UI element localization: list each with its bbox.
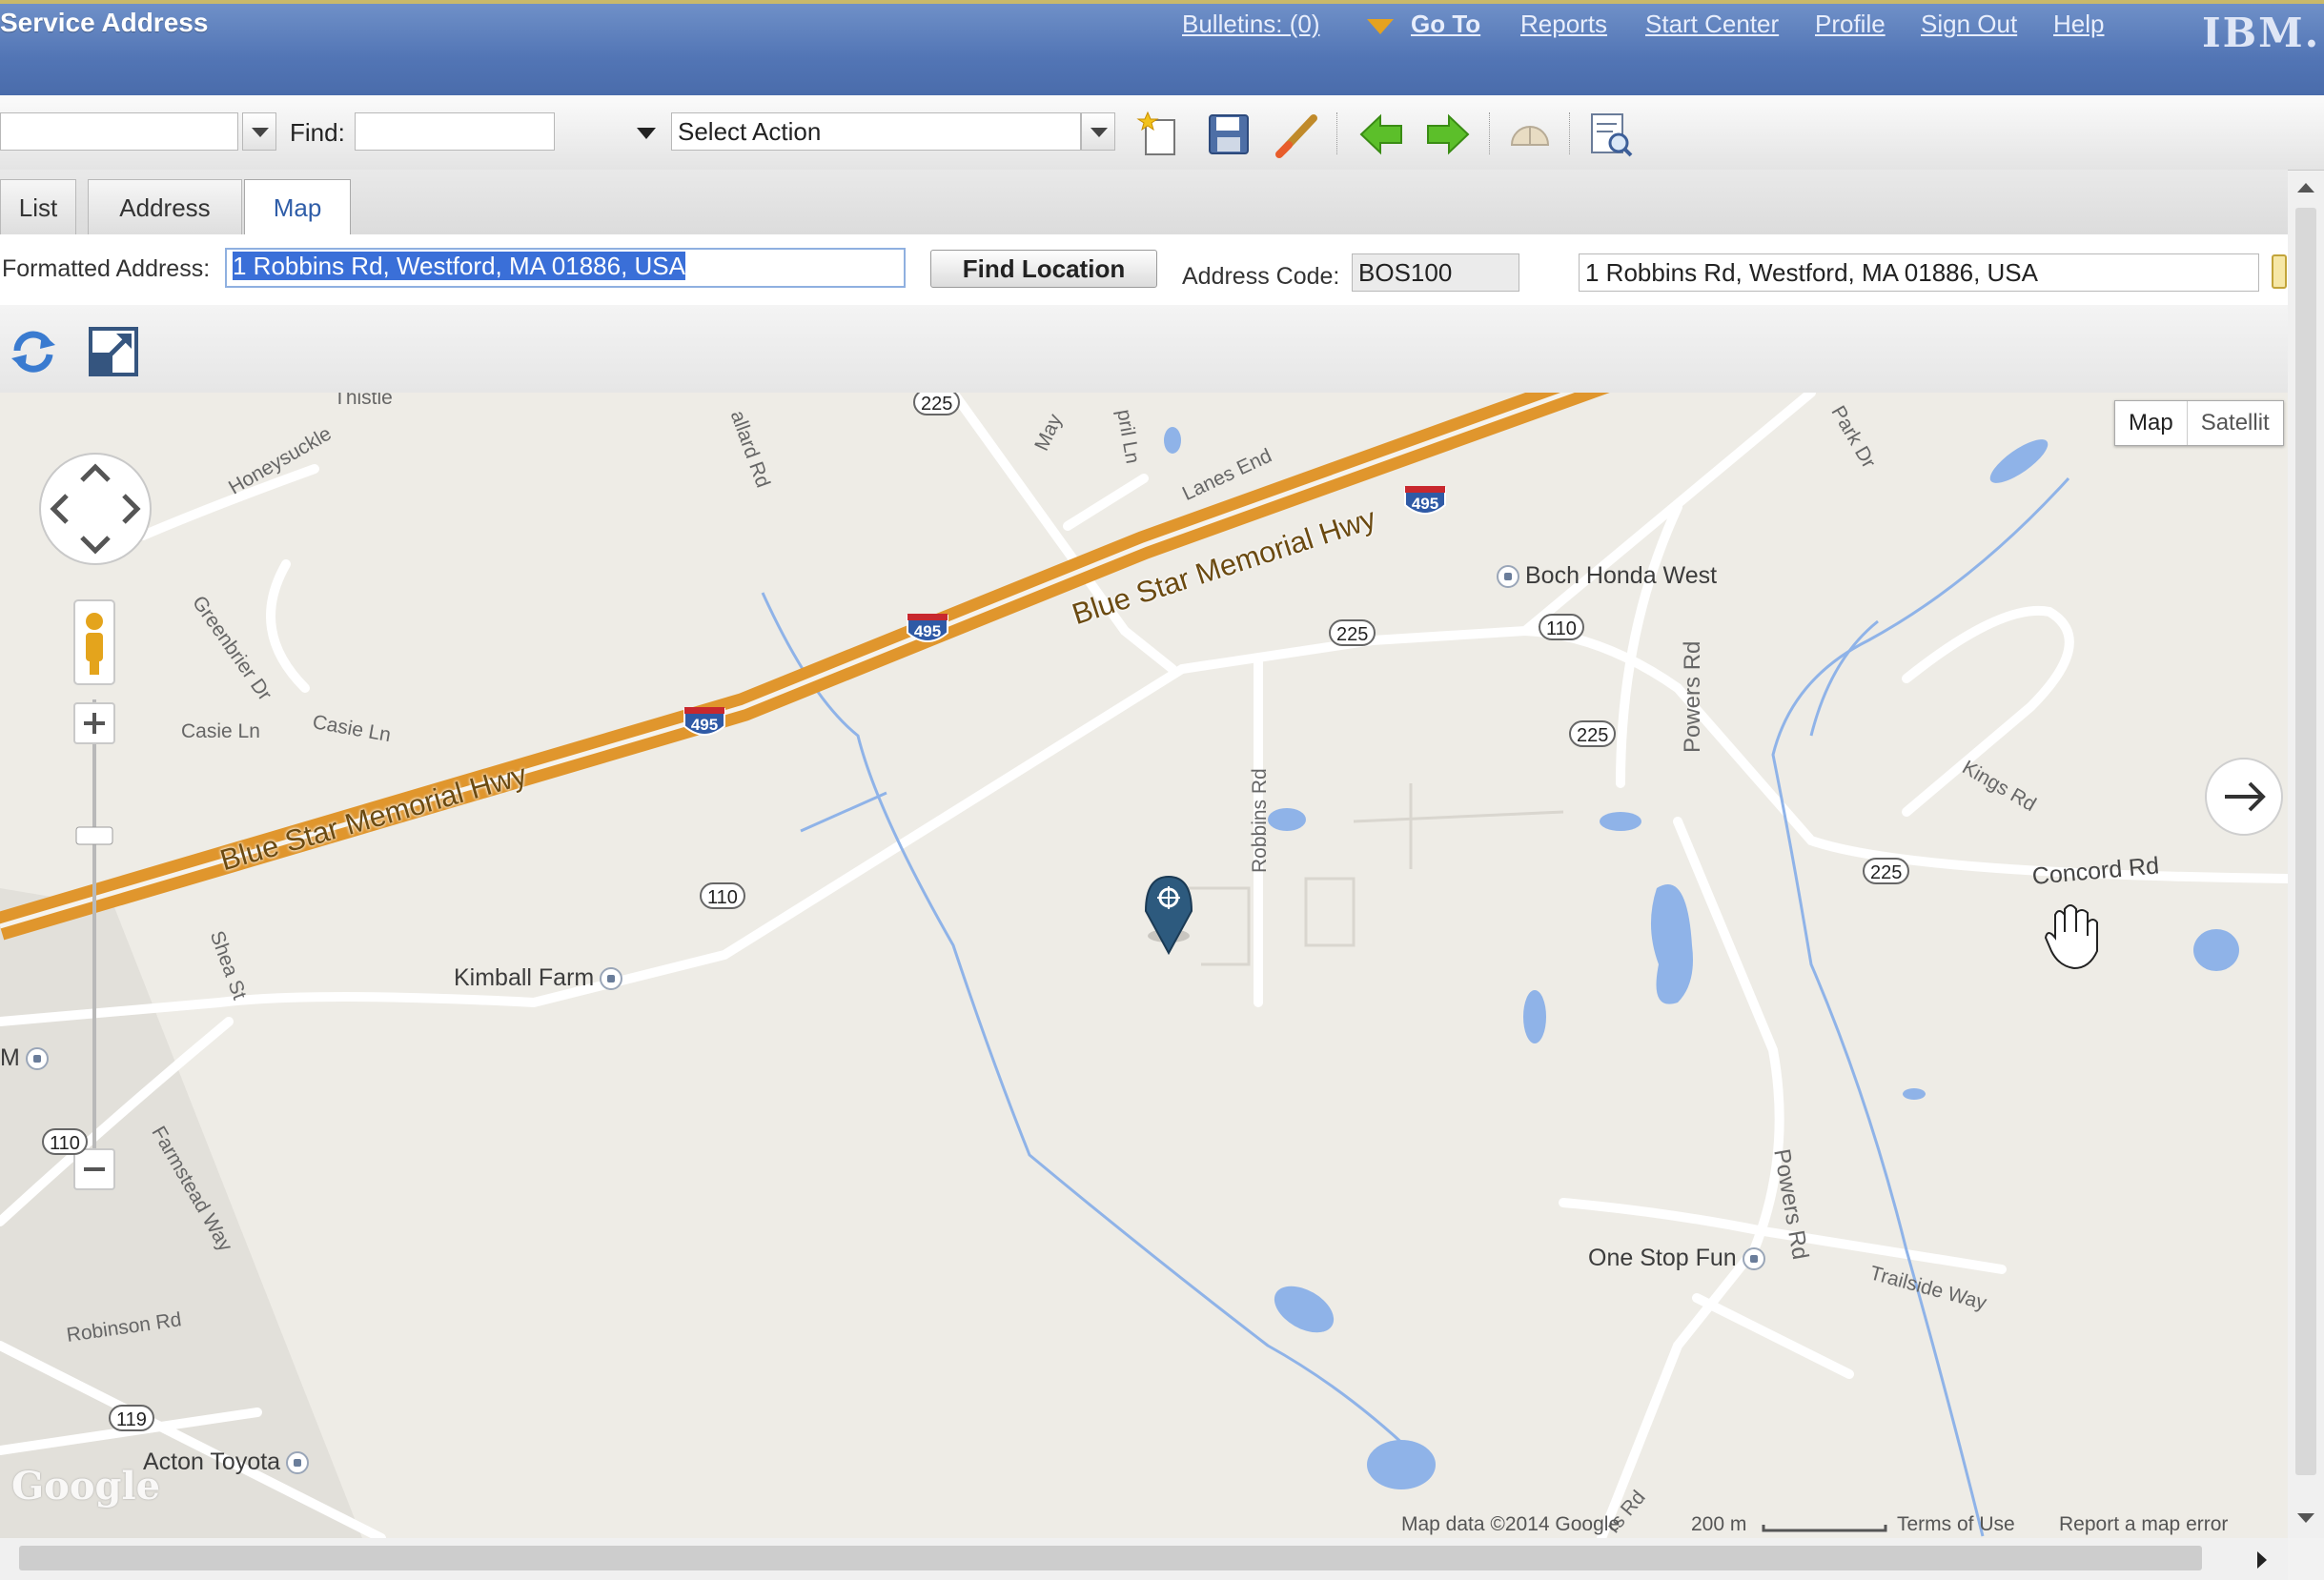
svg-text:495: 495 [914, 622, 941, 640]
address-code-label: Address Code: [1182, 263, 1340, 290]
app-title: Service Address [0, 8, 209, 37]
map-data-text: Map data ©2014 Google [1401, 1513, 1621, 1535]
map-base-layer [0, 393, 2288, 1538]
address-row: Formatted Address: 1 Robbins Rd, Westfor… [0, 234, 2288, 306]
poi-marker-icon [25, 1047, 49, 1071]
next-record-icon[interactable] [1424, 111, 1472, 158]
select-action-button[interactable] [1081, 112, 1115, 151]
previous-record-icon[interactable] [1357, 111, 1405, 158]
route-shield: 110 [42, 1128, 88, 1155]
select-action-dropdown[interactable]: Select Action [671, 112, 1081, 151]
route-shield: 225 [1569, 720, 1617, 747]
route-workflow-icon[interactable] [1506, 111, 1554, 158]
svg-text:495: 495 [1412, 495, 1438, 513]
record-select-dropdown[interactable] [242, 112, 276, 151]
tab-map[interactable]: Map [244, 179, 351, 236]
search-options-icon[interactable] [637, 128, 656, 139]
hand-cursor-icon [2044, 904, 2098, 970]
record-select-field[interactable] [0, 112, 238, 151]
goto-link[interactable]: Go To [1411, 10, 1480, 39]
street-label: Powers Rd [1680, 640, 1705, 753]
poi-boch-honda[interactable]: Boch Honda West [1491, 562, 1717, 590]
scale-label: 200 m [1691, 1513, 1747, 1535]
view-details-icon[interactable] [1586, 111, 1634, 158]
formatted-address-value: 1 Robbins Rd, Westford, MA 01886, USA [233, 252, 685, 280]
map-type-control: Map Satellit [2114, 400, 2284, 446]
scroll-down-icon[interactable] [2297, 1513, 2314, 1523]
find-label: Find: [290, 118, 345, 147]
street-label: Robbins Rd [1249, 768, 1271, 873]
toolbar-separator [1489, 112, 1492, 154]
route-shield: 225 [913, 393, 961, 415]
minor-roads [0, 393, 2288, 1538]
route-shield: 119 [109, 1405, 154, 1431]
svg-text:495: 495 [691, 716, 718, 734]
poi-food-icon [600, 967, 623, 991]
help-link[interactable]: Help [2053, 10, 2104, 39]
clear-changes-icon[interactable] [1274, 111, 1321, 158]
map-canvas[interactable]: Blue Star Memorial Hwy Blue Star Memoria… [0, 393, 2288, 1538]
map-type-map-button[interactable]: Map [2115, 401, 2188, 445]
interstate-shield: 495 [683, 705, 726, 741]
find-input[interactable] [355, 112, 555, 151]
address-description-field[interactable]: 1 Robbins Rd, Westford, MA 01886, USA [1579, 253, 2259, 292]
street-label: Thistle [334, 393, 393, 409]
poi-car-dealer-icon [1497, 565, 1519, 589]
google-logo: Google [11, 1464, 161, 1509]
route-shield: 225 [1329, 619, 1376, 646]
reports-link[interactable]: Reports [1520, 10, 1607, 39]
scroll-right-icon[interactable] [2257, 1551, 2267, 1569]
building-outlines [1182, 783, 1564, 966]
horizontal-scroll-thumb[interactable] [19, 1546, 2202, 1570]
address-code-field: BOS100 [1352, 253, 1519, 292]
vertical-scroll-thumb[interactable] [2295, 208, 2316, 1475]
tab-bar: List Address Map [0, 170, 2288, 236]
zoom-slider-thumb[interactable] [75, 826, 113, 845]
pan-control[interactable] [39, 453, 152, 565]
interstate-shield: 495 [1403, 484, 1447, 520]
tab-address[interactable]: Address [88, 179, 242, 234]
poi-acton-toyota[interactable]: Acton Toyota [143, 1448, 315, 1476]
street-label: Casie Ln [181, 720, 260, 742]
terms-link[interactable]: Terms of Use [1897, 1513, 2015, 1536]
tab-list[interactable]: List [0, 179, 76, 234]
formatted-address-label: Formatted Address: [2, 255, 211, 282]
map-type-satellite-button[interactable]: Satellit [2188, 401, 2283, 445]
refresh-map-icon[interactable] [8, 326, 59, 377]
ibm-logo: IBM. [2202, 10, 2321, 56]
start-center-link[interactable]: Start Center [1645, 10, 1779, 39]
profile-link[interactable]: Profile [1815, 10, 1886, 39]
bulletins-link[interactable]: Bulletins: (0) [1182, 10, 1320, 39]
report-error-link[interactable]: Report a map error [2059, 1513, 2228, 1536]
sign-out-link[interactable]: Sign Out [1921, 10, 2017, 39]
save-icon[interactable] [1205, 111, 1253, 158]
route-shield: 225 [1863, 858, 1910, 884]
scroll-up-icon[interactable] [2297, 183, 2314, 192]
long-description-icon[interactable] [2269, 253, 2288, 292]
formatted-address-input[interactable]: 1 Robbins Rd, Westford, MA 01886, USA [225, 248, 906, 288]
new-record-icon[interactable] [1136, 111, 1184, 158]
interstate-shield: 495 [906, 612, 949, 648]
app-header: Service Address Bulletins: (0) Go To Rep… [0, 0, 2324, 95]
poi-one-stop-fun[interactable]: One Stop Fun [1588, 1245, 1771, 1272]
expand-map-icon[interactable] [88, 326, 139, 377]
toolbar: Find: Select Action [0, 95, 2324, 252]
toolbar-separator [1336, 112, 1339, 154]
toolbar-separator [1569, 112, 1572, 154]
route-shield: 110 [1539, 614, 1584, 640]
poi-car-dealer-icon [286, 1451, 310, 1475]
poi-edge-label: M [0, 1044, 54, 1072]
scale-bar [1762, 1525, 1887, 1532]
poi-entertainment-icon [1742, 1247, 1765, 1271]
route-shield: 110 [700, 882, 745, 909]
find-location-button[interactable]: Find Location [930, 250, 1157, 288]
map-toolbar [0, 305, 2288, 394]
go-to-dropdown-icon[interactable] [1367, 19, 1394, 34]
poi-kimball-farm[interactable]: Kimball Farm [454, 964, 628, 992]
location-pin-icon[interactable] [1144, 875, 1193, 956]
